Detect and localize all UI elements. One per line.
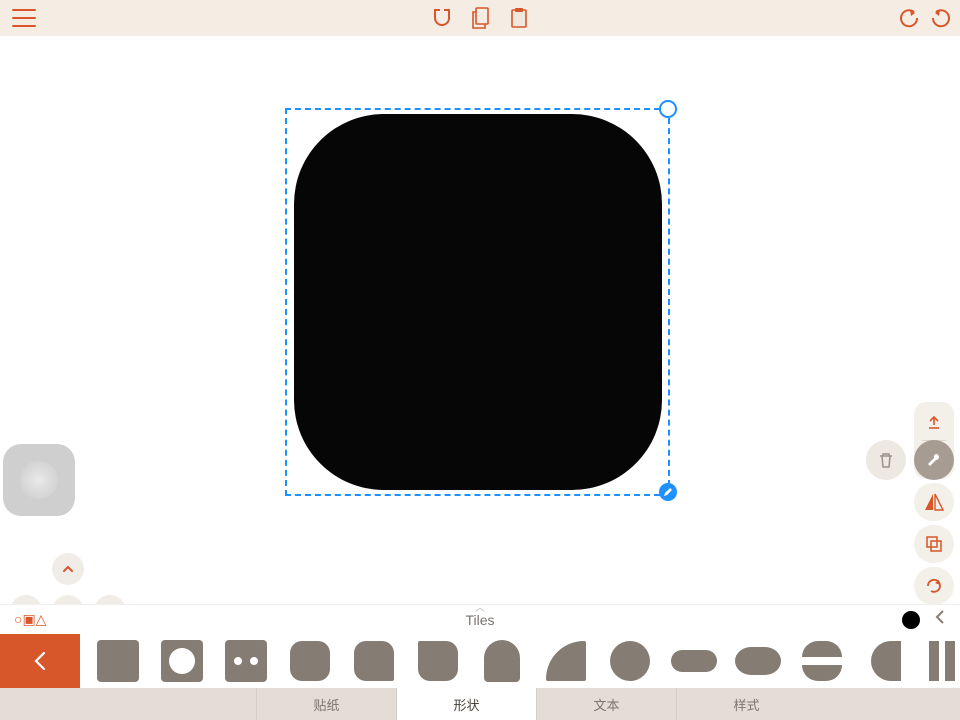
shape-tile-circle[interactable] — [606, 640, 654, 682]
shape-tile-square-hole[interactable] — [158, 640, 206, 682]
paste-icon[interactable] — [509, 7, 529, 29]
magnet-icon[interactable] — [431, 7, 453, 29]
side-tools — [914, 402, 954, 605]
shape-tile-bars[interactable] — [926, 640, 960, 682]
chevron-left-icon[interactable] — [934, 609, 946, 630]
shape-tile-bean[interactable] — [734, 640, 782, 682]
panel-back-button[interactable] — [0, 634, 80, 688]
shapes-row[interactable] — [80, 640, 960, 682]
panel-title: Tiles — [465, 612, 494, 628]
shape-tile-leaf-2[interactable] — [414, 640, 462, 682]
tab-text[interactable]: 文本 — [536, 688, 676, 720]
selection-bounding-box — [285, 108, 670, 496]
canvas-bottom-tools — [866, 440, 954, 480]
properties-button[interactable] — [914, 440, 954, 480]
shape-mode-icon[interactable]: ○▣△ — [14, 611, 46, 628]
nudge-up-button[interactable] — [52, 553, 84, 585]
edit-handle-icon[interactable] — [659, 483, 677, 501]
duplicate-button[interactable] — [914, 525, 954, 563]
shape-tile-moon[interactable] — [862, 640, 910, 682]
canvas[interactable] — [0, 36, 960, 604]
menu-icon[interactable] — [12, 9, 36, 27]
tab-shapes[interactable]: 形状 — [396, 688, 536, 720]
fill-color-swatch[interactable] — [902, 611, 920, 629]
shape-tile-pill-tall[interactable] — [478, 640, 526, 682]
flip-horizontal-button[interactable] — [914, 483, 954, 521]
rotate-button[interactable] — [914, 567, 954, 605]
rotate-handle-icon[interactable] — [659, 100, 677, 118]
top-toolbar — [0, 0, 960, 36]
top-right-group — [900, 8, 950, 28]
top-center-group — [431, 7, 529, 29]
shape-tile-quarter[interactable] — [542, 640, 590, 682]
copy-icon[interactable] — [471, 7, 491, 29]
shape-tile-square-dots[interactable] — [222, 640, 270, 682]
bring-forward-button[interactable] — [914, 406, 954, 440]
shape-tile-square[interactable] — [94, 640, 142, 682]
shape-strip — [0, 634, 960, 688]
shape-tile-pill[interactable] — [670, 640, 718, 682]
delete-button[interactable] — [866, 440, 906, 480]
shape-tile-leaf-1[interactable] — [350, 640, 398, 682]
undo-icon[interactable] — [900, 8, 920, 28]
redo-icon[interactable] — [930, 8, 950, 28]
bottom-tabs: 贴纸 形状 文本 样式 — [0, 688, 960, 720]
tab-stickers[interactable]: 贴纸 — [256, 688, 396, 720]
panel-header: ︿ ○▣△ Tiles — [0, 604, 960, 634]
shape-tile-ring[interactable] — [798, 640, 846, 682]
assistive-touch-icon[interactable] — [3, 444, 75, 516]
shape-tile-rounded-square[interactable] — [286, 640, 334, 682]
tab-style[interactable]: 样式 — [676, 688, 816, 720]
